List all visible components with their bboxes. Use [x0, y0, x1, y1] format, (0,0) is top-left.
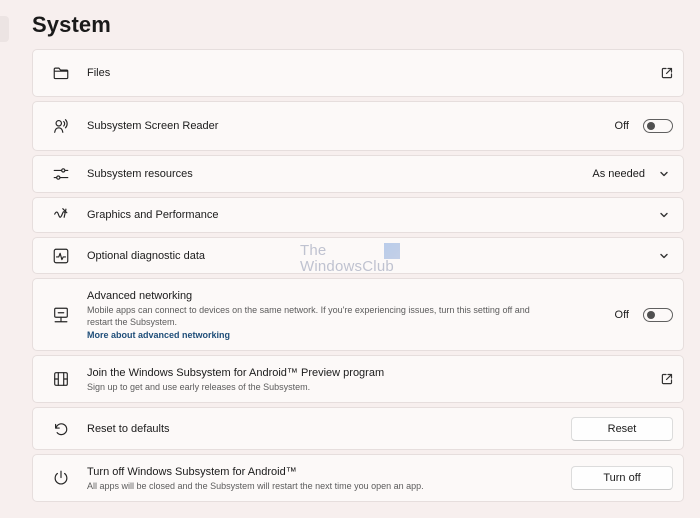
external-link-icon[interactable]: [661, 67, 673, 79]
files-row[interactable]: Files: [32, 49, 684, 97]
resources-value[interactable]: As needed: [592, 168, 645, 180]
networking-toggle[interactable]: [643, 307, 673, 322]
preview-program-row[interactable]: Join the Windows Subsystem for Android™ …: [32, 355, 684, 403]
reset-button[interactable]: Reset: [571, 416, 673, 441]
screen-reader-toggle[interactable]: [643, 119, 673, 133]
diagnostic-row[interactable]: Optional diagnostic data: [32, 237, 684, 274]
screen-reader-icon: [51, 116, 71, 136]
turn-off-button[interactable]: Turn off: [571, 466, 673, 490]
chevron-down-icon[interactable]: [659, 210, 669, 220]
networking-row: Advanced networking Mobile apps can conn…: [32, 278, 684, 351]
power-icon: [51, 468, 71, 488]
files-label: Files: [87, 67, 111, 79]
networking-label: Advanced networking: [87, 289, 193, 302]
networking-state: Off: [614, 308, 629, 321]
turn-off-description: All apps will be closed and the Subsyste…: [87, 480, 424, 491]
screen-reader-state: Off: [614, 120, 629, 132]
network-icon: [51, 305, 71, 325]
turn-off-row: Turn off Windows Subsystem for Android™ …: [32, 454, 684, 502]
reset-row: Reset to defaults Reset: [32, 407, 684, 450]
turn-off-label: Turn off Windows Subsystem for Android™: [87, 465, 297, 478]
graphics-icon: [51, 205, 71, 225]
graphics-label: Graphics and Performance: [87, 209, 219, 221]
networking-description: Mobile apps can connect to devices on th…: [87, 304, 530, 327]
preview-program-icon: [51, 369, 71, 389]
chevron-down-icon[interactable]: [659, 251, 669, 261]
sliders-icon: [51, 164, 71, 184]
resources-label: Subsystem resources: [87, 168, 193, 180]
screen-reader-label: Subsystem Screen Reader: [87, 120, 219, 132]
screen-reader-row: Subsystem Screen Reader Off: [32, 101, 684, 151]
networking-learn-more-link[interactable]: More about advanced networking: [87, 329, 553, 341]
reset-label: Reset to defaults: [87, 422, 170, 435]
reset-icon: [51, 419, 71, 439]
preview-program-description: Sign up to get and use early releases of…: [87, 381, 311, 392]
external-link-icon[interactable]: [661, 373, 673, 385]
toggle-knob: [647, 122, 655, 130]
chevron-down-icon[interactable]: [659, 169, 669, 179]
diagnostic-label: Optional diagnostic data: [87, 249, 206, 262]
page-title: System: [32, 12, 111, 37]
folder-icon: [51, 63, 71, 83]
activity-icon: [51, 246, 71, 266]
resources-row[interactable]: Subsystem resources As needed: [32, 155, 684, 193]
nav-rail-edge: [0, 16, 9, 42]
preview-program-label: Join the Windows Subsystem for Android™ …: [87, 366, 385, 379]
toggle-knob: [647, 310, 655, 319]
graphics-row[interactable]: Graphics and Performance: [32, 197, 684, 233]
